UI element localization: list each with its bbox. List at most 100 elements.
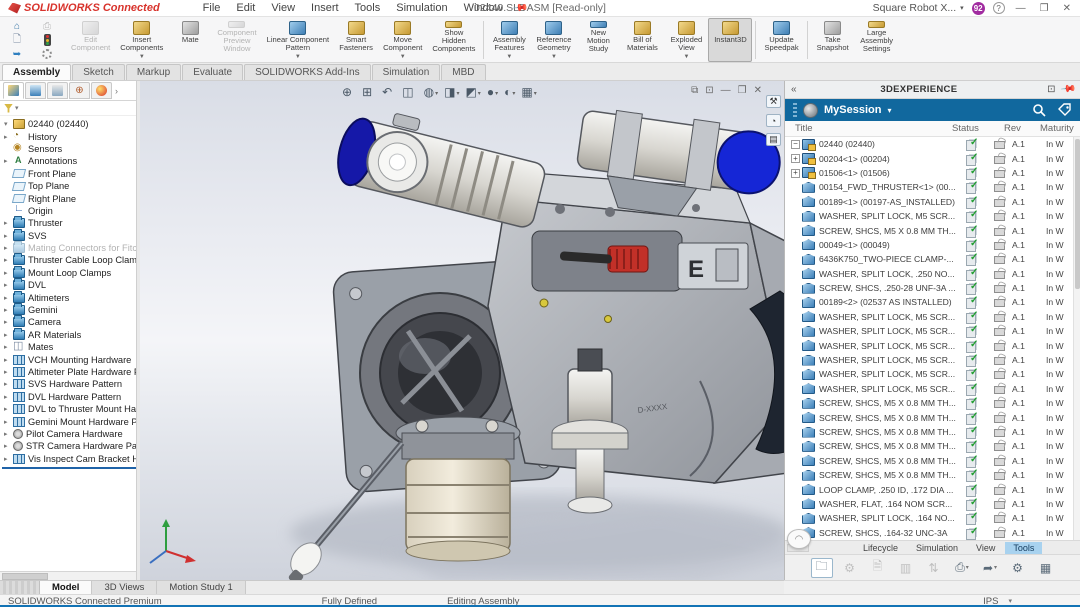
column-status[interactable]: Status — [952, 123, 1004, 134]
units-caret-icon[interactable]: ▾ — [1008, 597, 1012, 605]
pin-icon[interactable]: 📌 — [1059, 81, 1076, 97]
expand-arrow-icon[interactable]: ▸ — [4, 318, 13, 326]
expand-arrow-icon[interactable]: ▸ — [4, 244, 13, 252]
ribbon-button[interactable]: Instant3D ▼ — [708, 18, 752, 62]
tree-item[interactable]: ▸ Sensors — [0, 143, 139, 155]
ribbon-button[interactable]: Bill of Materials ▼ — [620, 18, 664, 62]
ribbon-button[interactable]: Exploded View ▼ — [664, 18, 708, 62]
panel-tab[interactable]: Lifecycle — [855, 542, 906, 554]
ribbon-button[interactable]: Linear Component Pattern ▼ — [262, 18, 334, 62]
ribbon-button[interactable]: Assembly Features ▼ — [487, 18, 531, 62]
expand-arrow-icon[interactable]: ▸ — [4, 405, 13, 413]
expand-arrow-icon[interactable]: ▸ — [4, 455, 13, 463]
hud-view-tool[interactable]: ● ▾ — [485, 86, 500, 98]
expand-arrow-icon[interactable]: ▾ — [4, 120, 13, 128]
command-tab[interactable]: MBD — [441, 64, 485, 80]
structure-row[interactable]: WASHER, SPLIT LOCK, M5 SCR... A.1 In W — [785, 353, 1080, 367]
expand-arrow-icon[interactable]: ▸ — [4, 331, 13, 339]
expand-arrow-icon[interactable]: ▸ — [4, 232, 13, 240]
structure-row[interactable]: SCREW, SHCS, M5 X 0.8 MM TH... A.1 In W — [785, 410, 1080, 424]
tree-item[interactable]: ▸ Top Plane — [0, 180, 139, 192]
tree-item[interactable]: ▸ SVS — [0, 230, 139, 242]
ribbon-button[interactable]: Move Component ▼ — [378, 18, 427, 62]
window-control-icon[interactable]: ✕ — [754, 85, 762, 96]
print-icon[interactable]: ⎙ — [32, 19, 62, 33]
bottom-scrollbar-stub[interactable] — [0, 581, 40, 594]
options-gear-icon[interactable] — [32, 47, 62, 61]
panel-toolbar-icon[interactable]: ▦ — [1035, 558, 1057, 578]
hud-view-tool[interactable]: ▦ ▾ — [519, 86, 538, 98]
popout-icon[interactable]: ⊡ — [1047, 84, 1055, 95]
drag-grip-icon[interactable] — [793, 103, 797, 117]
ribbon-button[interactable]: Update Speedpak ▼ — [759, 18, 803, 62]
structure-row[interactable]: SCREW, SHCS, M5 X 0.8 MM TH... A.1 In W — [785, 223, 1080, 237]
tree-item[interactable]: ▸ Mount Loop Clamps — [0, 267, 139, 279]
panel-toolbar-icon[interactable]: ⇅ — [923, 558, 945, 578]
hud-view-tool[interactable]: ◍ ▾ — [422, 86, 441, 98]
lifecycle-status-icon[interactable] — [32, 33, 62, 47]
menu-view[interactable]: View — [264, 2, 302, 14]
panel-tab[interactable]: Tools — [1005, 542, 1042, 554]
session-label[interactable]: MySession — [824, 104, 881, 116]
viewport-shortcut-icon[interactable]: ⚒ — [766, 95, 781, 108]
row-expander[interactable]: + — [791, 168, 802, 178]
panel-toolbar-icon[interactable]: ⎙▾ — [951, 558, 973, 578]
tree-item[interactable]: ▸ Pilot Camera Hardware — [0, 428, 139, 440]
ribbon-button[interactable]: Insert Components ▼ — [115, 18, 168, 62]
ribbon-button[interactable]: Reference Geometry ▼ — [531, 18, 576, 62]
panel-toolbar-icon[interactable]: ▥ — [895, 558, 917, 578]
tree-item[interactable]: ▸ DVL — [0, 279, 139, 291]
ribbon-button[interactable]: New Motion Study ▼ — [576, 18, 620, 62]
window-control-icon[interactable]: — — [721, 85, 731, 96]
expand-arrow-icon[interactable]: ▸ — [4, 256, 13, 264]
panel-tab-overflow-chevron[interactable]: › — [115, 86, 118, 96]
expand-arrow-icon[interactable]: ▸ — [4, 356, 13, 364]
expand-arrow-icon[interactable]: ▸ — [4, 442, 13, 450]
ribbon-button[interactable]: Take Snapshot ▼ — [811, 18, 855, 62]
graphics-viewport[interactable]: ⊕ ▾ ⊞ ▾ ↶ ▾ ◫ ▾ ◍ ▾ ◨ ▾ ◩ ▾ ● ▾ ◐ ▾ ▦ ▾ — [140, 81, 784, 580]
structure-row[interactable]: WASHER, SPLIT LOCK, M5 SCR... A.1 In W — [785, 367, 1080, 381]
expand-arrow-icon[interactable]: ▸ — [4, 281, 13, 289]
panel-tab[interactable]: Simulation — [908, 542, 966, 554]
ribbon-button[interactable]: Large Assembly Settings ▼ — [855, 18, 899, 62]
command-tab[interactable]: Markup — [126, 64, 181, 80]
3d-model[interactable]: E D-XXXX — [140, 81, 784, 580]
featuremanager-tree-tab[interactable] — [3, 82, 24, 99]
tree-item[interactable]: ▸ Gemini Mount Hardware Pattern — [0, 415, 139, 427]
expand-arrow-icon[interactable]: ▸ — [4, 393, 13, 401]
structure-row[interactable]: WASHER, SPLIT LOCK, M5 SCR... A.1 In W — [785, 338, 1080, 352]
document-tab[interactable]: Model — [40, 581, 92, 594]
save-to-3dexperience-icon[interactable]: ➥ — [4, 47, 30, 61]
structure-row[interactable]: WASHER, SPLIT LOCK, M5 SCR... A.1 In W — [785, 382, 1080, 396]
structure-row[interactable]: SCREW, SHCS, M5 X 0.8 MM TH... A.1 In W — [785, 425, 1080, 439]
tree-item[interactable]: ▸ Mates — [0, 341, 139, 353]
command-tab[interactable]: SOLIDWORKS Add-Ins — [244, 64, 370, 80]
expand-arrow-icon[interactable]: ▸ — [4, 133, 13, 141]
menu-tools[interactable]: Tools — [348, 2, 388, 14]
hud-view-tool[interactable]: ◐ ▾ — [502, 86, 517, 98]
tree-item[interactable]: ▸ Altimeters — [0, 291, 139, 303]
structure-row[interactable]: 00189<2> (02537 AS INSTALLED) A.1 In W — [785, 295, 1080, 309]
tree-item[interactable]: ▸ Gemini — [0, 304, 139, 316]
rollback-bar[interactable] — [2, 467, 137, 469]
tree-item[interactable]: ▸ Annotations — [0, 155, 139, 167]
dimxpertmanager-tab[interactable]: ⊕ — [69, 82, 90, 99]
structure-row[interactable]: SCREW, SHCS, M5 X 0.8 MM TH... A.1 In W — [785, 454, 1080, 468]
ribbon-button[interactable]: Edit Component ▼ — [66, 18, 115, 62]
expand-arrow-icon[interactable]: ▸ — [4, 294, 13, 302]
structure-row[interactable]: WASHER, FLAT, .164 NOM SCR... A.1 In W — [785, 497, 1080, 511]
tree-item[interactable]: ▸ Thruster Cable Loop Clamp — [0, 254, 139, 266]
tree-item[interactable]: ▸ History — [0, 130, 139, 142]
command-tab[interactable]: Evaluate — [182, 64, 243, 80]
help-button[interactable]: ? — [993, 2, 1005, 14]
panel-toolbar-icon[interactable]: ➦▾ — [979, 558, 1001, 578]
command-tab[interactable]: Simulation — [372, 64, 441, 80]
command-tab[interactable]: Assembly — [2, 64, 71, 80]
3dexperience-search[interactable]: Square Robot X... ▾ — [873, 2, 964, 14]
hud-view-tool[interactable]: ↶ ▾ — [380, 86, 398, 98]
ribbon-button[interactable]: Mate ▼ — [168, 18, 212, 62]
menu-file[interactable]: File — [196, 2, 228, 14]
document-tab[interactable]: Motion Study 1 — [157, 581, 245, 594]
structure-row[interactable]: SCREW, SHCS, M5 X 0.8 MM TH... A.1 In W — [785, 439, 1080, 453]
hud-view-tool[interactable]: ◫ ▾ — [400, 86, 419, 98]
